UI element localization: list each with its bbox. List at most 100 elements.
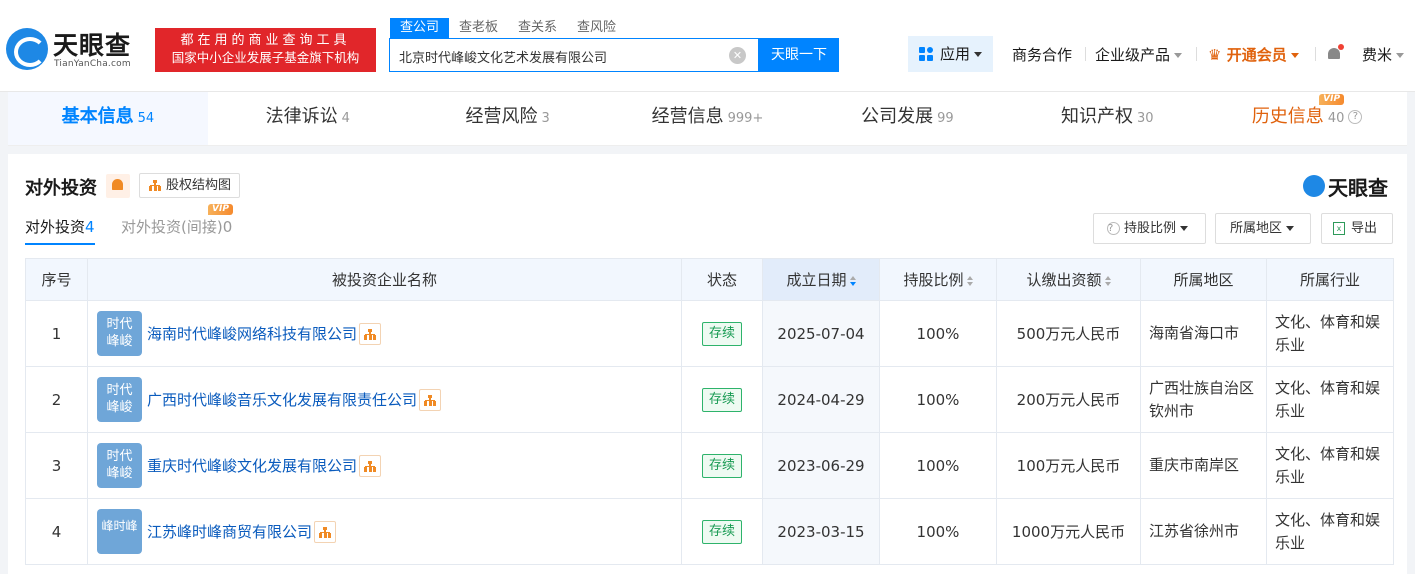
company-name-link[interactable]: 江苏峰时峰商贸有限公司 xyxy=(147,521,312,542)
chevron-down-icon xyxy=(1174,53,1183,58)
search-tab-relation[interactable]: 查关系 xyxy=(508,18,567,38)
export-button[interactable]: x 导出 xyxy=(1321,213,1393,244)
company-name-link[interactable]: 重庆时代峰峻文化发展有限公司 xyxy=(147,455,357,476)
investment-table: 序号 被投资企业名称 状态 成立日期 持股比例 认缴出资额 所属地区 所属行业 … xyxy=(25,258,1394,565)
col-company: 被投资企业名称 xyxy=(87,258,682,301)
col-date-sort[interactable]: 成立日期 xyxy=(762,258,880,301)
capital-cell: 500万元人民币 xyxy=(996,300,1141,367)
equity-chart-icon[interactable] xyxy=(419,388,442,411)
col-capital-sort[interactable]: 认缴出资额 xyxy=(996,258,1141,301)
tianyancha-logo[interactable]: 天眼查 TianYanCha.com xyxy=(6,26,148,72)
open-vip-menu[interactable]: ♛ 开通会员 xyxy=(1208,44,1299,65)
sort-icon xyxy=(1104,275,1111,286)
status-cell: 存续 xyxy=(681,366,763,433)
excel-icon: x xyxy=(1333,222,1345,235)
search-tab-risk[interactable]: 查风险 xyxy=(567,18,626,38)
ratio-cell: 100% xyxy=(879,366,997,433)
brand-logo-icon xyxy=(1303,175,1325,197)
search-tab-boss[interactable]: 查老板 xyxy=(449,18,508,38)
date-cell: 2025-07-04 xyxy=(762,300,880,367)
search-tab-company[interactable]: 查公司 xyxy=(390,18,450,38)
status-badge: 存续 xyxy=(701,387,742,412)
industry-cell: 文化、体育和娱乐业 xyxy=(1266,366,1394,433)
company-cell: 时代 峰峻 广西时代峰峻音乐文化发展有限责任公司 xyxy=(87,366,682,433)
search-input[interactable]: 北京时代峰峻文化艺术发展有限公司 ✕ xyxy=(389,38,759,72)
search-type-tabs: 查公司 查老板 查关系 查风险 xyxy=(390,18,626,38)
crown-icon: ♛ xyxy=(1208,46,1222,64)
date-cell: 2024-04-29 xyxy=(762,366,880,433)
status-badge: 存续 xyxy=(701,321,742,346)
tab-basic-info[interactable]: 基本信息 54 xyxy=(8,92,208,145)
monitor-bell-icon[interactable] xyxy=(106,174,130,198)
tab-operating-info[interactable]: 经营信息 999+ xyxy=(608,92,808,145)
equity-structure-button[interactable]: 股权结构图 xyxy=(139,173,241,198)
date-cell: 2023-06-29 xyxy=(762,432,880,499)
equity-chart-icon[interactable] xyxy=(359,322,382,345)
ratio-cell: 100% xyxy=(879,300,997,367)
company-logo[interactable]: 时代 峰峻 xyxy=(97,443,142,488)
equity-chart-icon[interactable] xyxy=(314,520,337,543)
capital-cell: 1000万元人民币 xyxy=(996,498,1141,565)
table-header-row: 序号 被投资企业名称 状态 成立日期 持股比例 认缴出资额 所属地区 所属行业 xyxy=(25,258,1394,301)
region-cell: 广西壮族自治区钦州市 xyxy=(1140,366,1267,433)
apps-menu-button[interactable]: 应用 xyxy=(908,36,993,72)
region-filter-dropdown[interactable]: 所属地区 xyxy=(1215,213,1311,244)
business-cooperation-link[interactable]: 商务合作 xyxy=(1012,44,1072,65)
equity-chart-icon[interactable] xyxy=(359,454,382,477)
subtab-indirect[interactable]: VIP 对外投资(间接)0 xyxy=(121,204,233,238)
logo-mark-icon xyxy=(6,28,48,70)
table-row: 1 时代 峰峻 海南时代峰峻网络科技有限公司 存续 2025-07-04 100% … xyxy=(25,300,1394,367)
chevron-down-icon xyxy=(974,52,983,57)
status-cell: 存续 xyxy=(681,498,763,565)
company-cell: 时代 峰峻 海南时代峰峻网络科技有限公司 xyxy=(87,300,682,367)
col-ratio-sort[interactable]: 持股比例 xyxy=(879,258,997,301)
industry-cell: 文化、体育和娱乐业 xyxy=(1266,498,1394,565)
col-status: 状态 xyxy=(681,258,763,301)
tab-legal[interactable]: 法律诉讼 4 xyxy=(208,92,408,145)
outbound-investment-card: 对外投资 股权结构图 天眼查 对外投资4 VIP 对外投资(间接)0 ? 持股比例… xyxy=(8,154,1407,574)
company-name-link[interactable]: 广西时代峰峻音乐文化发展有限责任公司 xyxy=(147,389,417,410)
company-logo[interactable]: 时代 峰峻 xyxy=(97,311,142,356)
slogan-banner[interactable]: 都在用的商业查询工具 国家中小企业发展子基金旗下机构 xyxy=(155,28,376,72)
enterprise-label: 企业级产品 xyxy=(1095,46,1171,64)
tab-ip[interactable]: 知识产权 30 xyxy=(1007,92,1207,145)
slogan-line1: 都在用的商业查询工具 xyxy=(180,33,351,48)
status-badge: 存续 xyxy=(701,453,742,478)
row-no: 4 xyxy=(25,498,88,565)
date-cell: 2023-03-15 xyxy=(762,498,880,565)
user-menu[interactable]: 费米 xyxy=(1362,44,1405,65)
user-name: 费米 xyxy=(1362,46,1393,64)
clear-icon[interactable]: ✕ xyxy=(729,47,746,64)
status-cell: 存续 xyxy=(681,432,763,499)
enterprise-products-menu[interactable]: 企业级产品 xyxy=(1095,44,1183,65)
tab-development[interactable]: 公司发展 99 xyxy=(807,92,1007,145)
help-icon: ? xyxy=(1107,222,1120,235)
search-button[interactable]: 天眼一下 xyxy=(759,38,839,72)
company-logo[interactable]: 时代 峰峻 xyxy=(97,377,142,422)
row-no: 3 xyxy=(25,432,88,499)
table-row: 3 时代 峰峻 重庆时代峰峻文化发展有限公司 存续 2023-06-29 100% … xyxy=(25,432,1394,499)
subtab-direct[interactable]: 对外投资4 xyxy=(25,216,95,245)
status-cell: 存续 xyxy=(681,300,763,367)
brand-watermark: 天眼查 xyxy=(1303,172,1398,200)
apps-grid-icon xyxy=(919,47,933,61)
company-logo[interactable]: 峰时峰 xyxy=(97,509,142,554)
chevron-down-icon xyxy=(1396,53,1405,58)
help-icon[interactable]: ? xyxy=(1348,110,1363,124)
col-industry: 所属行业 xyxy=(1266,258,1394,301)
vip-label: 开通会员 xyxy=(1226,46,1287,64)
notification-bell-icon[interactable] xyxy=(1327,44,1344,62)
industry-cell: 文化、体育和娱乐业 xyxy=(1266,300,1394,367)
ratio-filter-dropdown[interactable]: ? 持股比例 xyxy=(1093,213,1206,244)
region-cell: 江苏省徐州市 xyxy=(1140,498,1267,565)
notification-dot xyxy=(1338,44,1344,50)
apps-label: 应用 xyxy=(940,45,971,63)
chevron-down-icon xyxy=(1290,53,1299,58)
tab-operating-risk[interactable]: 经营风险 3 xyxy=(408,92,608,145)
equity-structure-label: 股权结构图 xyxy=(166,178,232,193)
company-name-link[interactable]: 海南时代峰峻网络科技有限公司 xyxy=(147,323,357,344)
slogan-line2: 国家中小企业发展子基金旗下机构 xyxy=(171,50,360,65)
capital-cell: 100万元人民币 xyxy=(996,432,1141,499)
tab-history[interactable]: VIP 历史信息 40? xyxy=(1207,92,1407,145)
capital-cell: 200万元人民币 xyxy=(996,366,1141,433)
